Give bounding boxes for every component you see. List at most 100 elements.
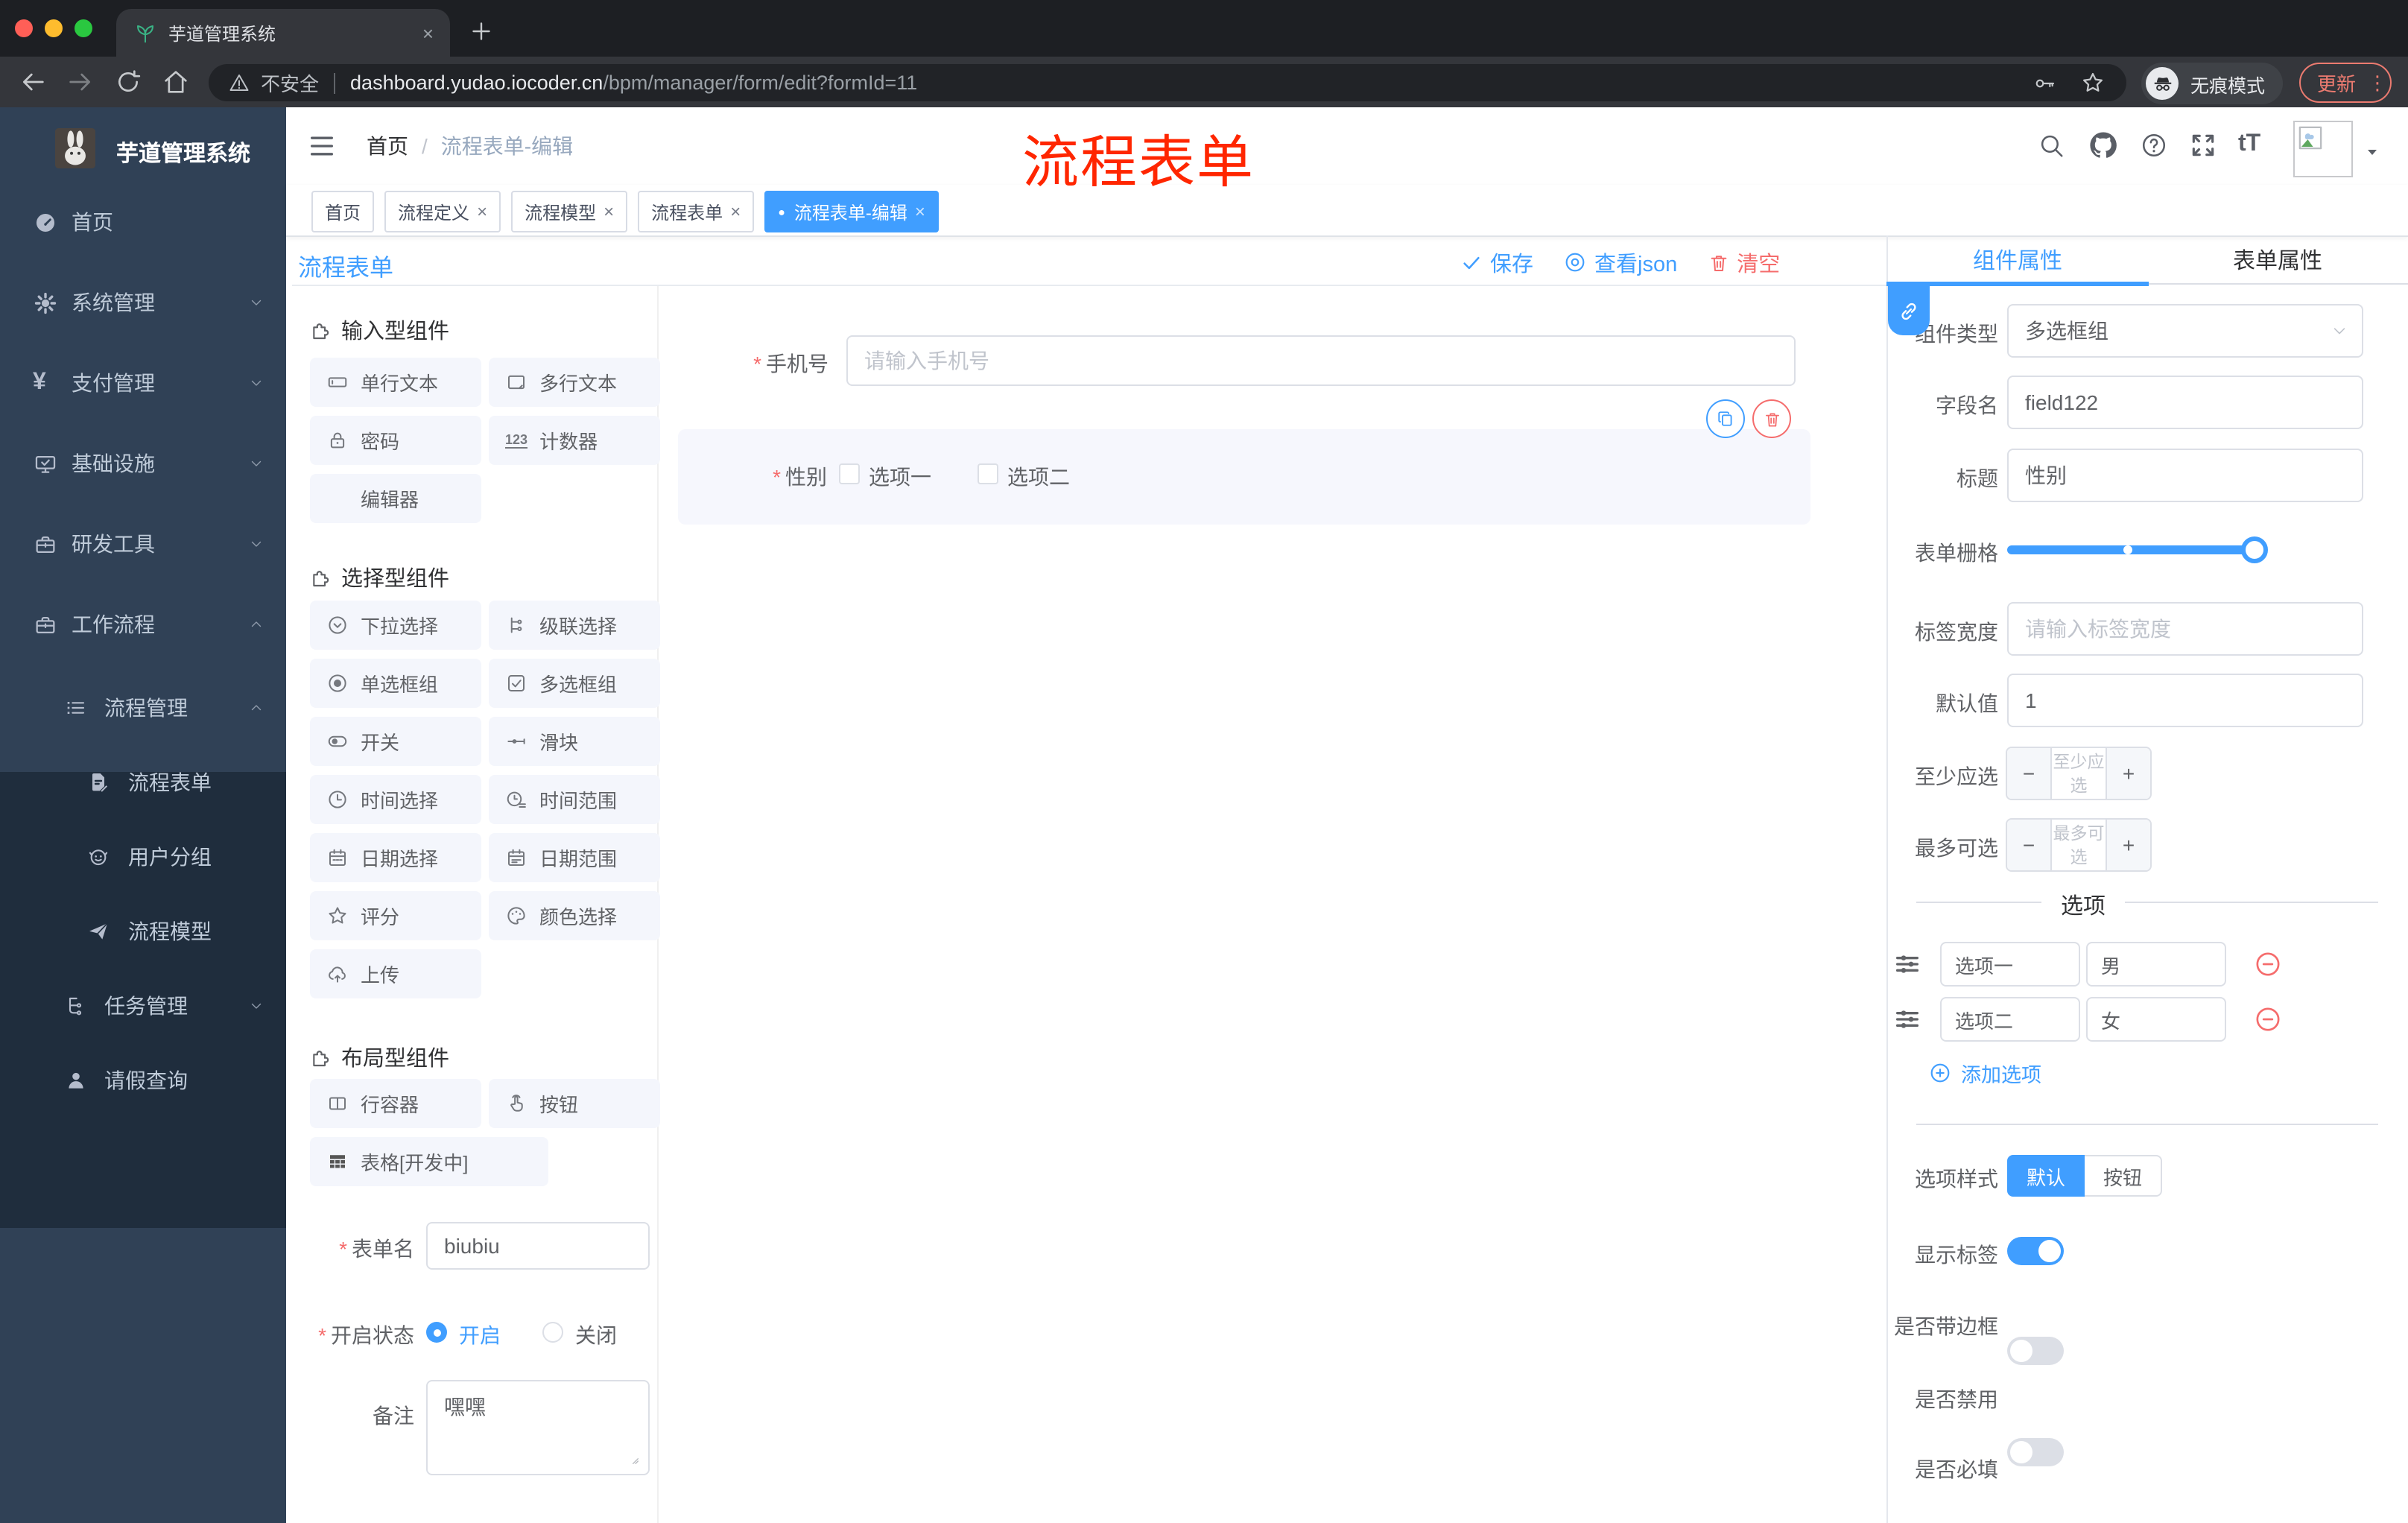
gender-option2-label[interactable]: 选项二: [1007, 462, 1070, 492]
palette-item-switch[interactable]: 开关: [310, 717, 481, 766]
option2-value-input[interactable]: [2086, 997, 2226, 1042]
browser-menu-kebab-icon[interactable]: ⋮: [2368, 71, 2387, 95]
breadcrumb-home[interactable]: 首页: [367, 131, 408, 161]
option1-remove-button[interactable]: [2253, 949, 2283, 979]
tag-home[interactable]: 首页: [311, 191, 375, 232]
stepper-decrease-button[interactable]: −: [2007, 748, 2052, 799]
tag-close-icon[interactable]: ×: [477, 203, 487, 221]
sidebar-item-payment[interactable]: ¥ 支付管理: [0, 343, 286, 423]
new-tab-button[interactable]: [468, 18, 495, 45]
palette-item-time-range[interactable]: 时间范围: [489, 775, 660, 824]
window-zoom-button[interactable]: [75, 19, 92, 37]
sidebar-item-task-management[interactable]: 任务管理: [0, 969, 286, 1043]
clear-button[interactable]: 清空: [1707, 247, 1780, 278]
component-copy-button[interactable]: [1706, 399, 1745, 438]
fullscreen-icon[interactable]: [2189, 131, 2217, 159]
option2-value-field[interactable]: [2086, 997, 2226, 1042]
palette-item-rate[interactable]: 评分: [310, 891, 481, 940]
update-button[interactable]: 更新 ⋮: [2299, 63, 2392, 103]
palette-item-date-range[interactable]: 日期范围: [489, 833, 660, 882]
palette-item-slider[interactable]: 滑块: [489, 717, 660, 766]
gender-option1-checkbox[interactable]: [839, 463, 860, 484]
title-input[interactable]: [2007, 449, 2363, 502]
prop-field-row[interactable]: [2007, 376, 2363, 429]
gender-option1-label[interactable]: 选项一: [869, 462, 931, 492]
option2-remove-button[interactable]: [2253, 1004, 2283, 1034]
palette-item-radio-group[interactable]: 单选框组: [310, 659, 481, 708]
prop-title-row[interactable]: [2007, 449, 2363, 502]
form-name-input[interactable]: [426, 1222, 650, 1270]
palette-item-select[interactable]: 下拉选择: [310, 601, 481, 650]
sidebar-item-user-group[interactable]: 用户分组: [0, 820, 286, 894]
sidebar-item-process-model[interactable]: 流程模型: [0, 894, 286, 969]
github-icon[interactable]: [2088, 130, 2119, 161]
field-name-input[interactable]: [2007, 376, 2363, 429]
password-key-icon[interactable]: [2032, 71, 2056, 95]
tag-close-icon[interactable]: ×: [915, 203, 925, 221]
palette-item-counter[interactable]: 123 计数器: [489, 416, 660, 465]
prop-default-row[interactable]: [2007, 674, 2363, 727]
avatar[interactable]: [2293, 121, 2353, 177]
window-close-button[interactable]: [15, 19, 33, 37]
option-drag-handle-icon[interactable]: [1892, 1004, 1922, 1034]
stepper-increase-button[interactable]: +: [2106, 820, 2150, 870]
tab-close-icon[interactable]: ×: [422, 22, 434, 44]
browser-tab[interactable]: 芋道管理系统 ×: [116, 9, 450, 57]
form-remark-textarea[interactable]: 嘿嘿: [426, 1380, 650, 1475]
search-icon[interactable]: [2037, 131, 2065, 159]
radio-off-unselected[interactable]: [542, 1322, 563, 1343]
reload-button[interactable]: [113, 67, 143, 97]
option2-label-field[interactable]: [1940, 997, 2080, 1042]
sidebar-item-devtools[interactable]: 研发工具: [0, 504, 286, 584]
style-button-button[interactable]: 按钮: [2085, 1155, 2162, 1197]
radio-on-selected[interactable]: [426, 1322, 447, 1343]
bookmark-star-icon[interactable]: [2080, 70, 2106, 95]
palette-item-color-picker[interactable]: 颜色选择: [489, 891, 660, 940]
disabled-toggle-off[interactable]: [2007, 1438, 2064, 1466]
palette-item-time-picker[interactable]: 时间选择: [310, 775, 481, 824]
default-value-input[interactable]: [2007, 674, 2363, 727]
tag-close-icon[interactable]: ×: [603, 203, 614, 221]
prop-label-width-row[interactable]: [2007, 602, 2363, 656]
form-remark-field[interactable]: 嘿嘿: [426, 1380, 650, 1475]
palette-item-date-picker[interactable]: 日期选择: [310, 833, 481, 882]
canvas-phone-field[interactable]: [846, 335, 1796, 386]
sidebar-item-process-form[interactable]: 流程表单: [0, 745, 286, 820]
label-width-input[interactable]: [2007, 602, 2363, 656]
phone-input[interactable]: [846, 335, 1796, 386]
font-size-icon[interactable]: tT: [2238, 131, 2260, 158]
tab-form-props[interactable]: 表单属性: [2147, 235, 2408, 283]
forward-button[interactable]: [66, 67, 95, 97]
not-secure-label[interactable]: 不安全: [261, 69, 319, 97]
sidebar-item-process-management[interactable]: 流程管理: [0, 671, 286, 745]
save-button[interactable]: 保存: [1460, 247, 1533, 278]
palette-item-password[interactable]: 密码: [310, 416, 481, 465]
border-toggle-off[interactable]: [2007, 1337, 2064, 1365]
option1-value-field[interactable]: [2086, 942, 2226, 987]
option1-label-field[interactable]: [1940, 942, 2080, 987]
help-icon[interactable]: [2140, 131, 2168, 159]
stepper-decrease-button[interactable]: −: [2007, 820, 2052, 870]
view-json-button[interactable]: 查看json: [1563, 247, 1677, 278]
palette-item-button[interactable]: 按钮: [489, 1079, 660, 1128]
component-type-select[interactable]: 多选框组: [2007, 304, 2363, 358]
gender-option2-checkbox[interactable]: [978, 463, 998, 484]
data-binding-link-button[interactable]: [1888, 286, 1930, 335]
radio-on-label[interactable]: 开启: [459, 1320, 501, 1350]
sidebar-item-system[interactable]: 系统管理: [0, 262, 286, 343]
tag-process-form[interactable]: 流程表单 ×: [638, 191, 755, 232]
sidebar-item-infrastructure[interactable]: 基础设施: [0, 423, 286, 504]
back-button[interactable]: [18, 67, 48, 97]
palette-item-checkbox-group[interactable]: 多选框组: [489, 659, 660, 708]
tag-close-icon[interactable]: ×: [730, 203, 741, 221]
palette-item-table[interactable]: 表格[开发中]: [310, 1137, 548, 1186]
option1-value-input[interactable]: [2086, 942, 2226, 987]
slider-handle[interactable]: [2241, 536, 2268, 563]
component-delete-button[interactable]: [1752, 399, 1791, 438]
sidebar-item-workflow[interactable]: 工作流程: [0, 584, 286, 665]
add-option-button[interactable]: 添加选项: [1928, 1058, 2041, 1088]
radio-off-label[interactable]: 关闭: [575, 1320, 617, 1350]
palette-item-cascader[interactable]: 级联选择: [489, 601, 660, 650]
option1-label-input[interactable]: [1940, 942, 2080, 987]
avatar-caret-icon[interactable]: [2363, 143, 2381, 161]
